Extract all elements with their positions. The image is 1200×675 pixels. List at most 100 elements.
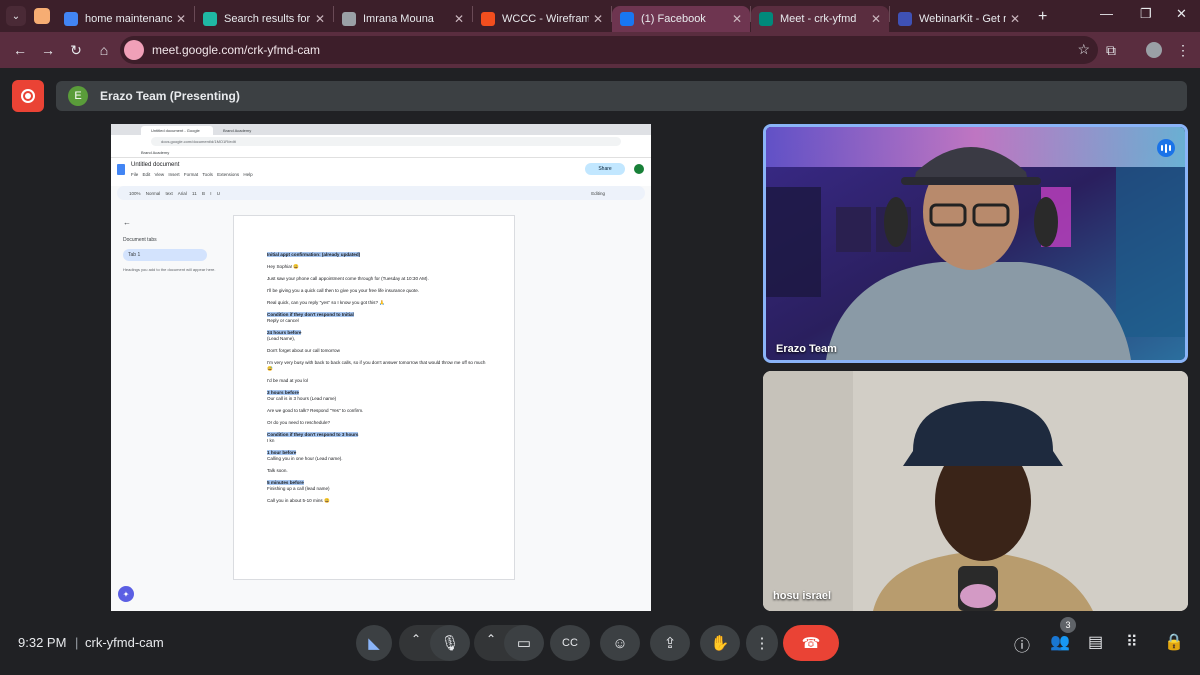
browser-tab[interactable]: WCCC - Wireframe ✕ <box>473 6 611 32</box>
presenter-avatar: E <box>68 86 88 106</box>
doc-paragraph: Don't forget about our call tomorrow <box>267 348 492 354</box>
meeting-time: 9:32 PM <box>18 635 67 650</box>
bookmark-star-icon[interactable]: ☆ <box>1077 41 1090 58</box>
captions-button[interactable]: CC <box>550 625 590 661</box>
tab-search-button[interactable]: ⌄ <box>6 6 26 26</box>
tab-favicon-icon <box>342 12 356 26</box>
camera-icon: ▭ <box>516 635 532 652</box>
meeting-details-info-icon[interactable]: ⓘ <box>1014 632 1030 656</box>
forward-icon[interactable]: → <box>34 42 62 58</box>
present-button[interactable]: ⇪ <box>650 625 690 661</box>
doc-heading: Initial appt confirmation: (already upda… <box>267 252 361 257</box>
tab-close-icon[interactable]: ✕ <box>871 12 881 26</box>
doc-subtext: Calling you in one hour (Lead name). <box>267 456 343 461</box>
activities-icon[interactable]: ⠿ <box>1126 632 1138 652</box>
more-options-button[interactable]: ⋮ <box>746 625 778 661</box>
tab-group-chip[interactable] <box>34 8 50 24</box>
shared-address-row: docs.google.com/document/d/1MO1R/edit <box>111 135 651 148</box>
shared-browser-tabs: Untitled document - Google Brand Academy <box>111 124 651 135</box>
new-tab-button[interactable]: + <box>1038 8 1047 26</box>
hosu-video <box>763 371 1188 611</box>
chat-icon[interactable]: ▤ <box>1088 632 1103 652</box>
recording-button[interactable] <box>12 80 44 112</box>
doc-paragraph: I'd be mad at you lol <box>267 378 492 384</box>
profile-avatar[interactable] <box>1146 42 1162 58</box>
doc-heading: 3 hours before <box>267 390 299 395</box>
tab-title: WCCC - Wireframe <box>502 13 589 25</box>
maximize-icon[interactable]: ❐ <box>1140 6 1152 22</box>
tab-favicon-icon <box>898 12 912 26</box>
video-options-chevron-icon[interactable]: ⌃ <box>486 632 496 646</box>
host-controls-icon[interactable]: 🔒 <box>1164 632 1184 652</box>
people-count-badge: 3 <box>1060 617 1076 633</box>
docs-avatar <box>633 163 645 175</box>
back-icon[interactable]: ← <box>6 42 34 58</box>
more-vert-icon: ⋮ <box>754 635 770 652</box>
tab-list: home maintenance ✕ Search results for A ✕ Im… <box>56 0 1028 32</box>
minimize-icon[interactable]: — <box>1100 6 1113 21</box>
browser-tab[interactable]: home maintenance ✕ <box>56 6 194 32</box>
audio-options-chevron-icon[interactable]: ⌃ <box>411 632 421 646</box>
tab-title: Imrana Mouna <box>363 13 434 25</box>
camera-button[interactable]: ▭ <box>504 625 544 661</box>
site-info-icon[interactable] <box>124 40 144 60</box>
browser-tab[interactable]: WebinarKit - Get m ✕ <box>890 6 1028 32</box>
recording-icon <box>21 89 35 103</box>
speaking-indicator-icon <box>1157 139 1175 157</box>
doc-text: Just saw your phone call appointment com… <box>267 276 429 281</box>
tab-close-icon[interactable]: ✕ <box>315 12 325 26</box>
doc-paragraph: Just saw your phone call appointment com… <box>267 276 492 282</box>
presenter-title: Erazo Team (Presenting) <box>100 89 240 103</box>
doc-paragraph: Are we good to talk? Respond "Yes" to co… <box>267 408 492 414</box>
tab-favicon-icon <box>759 12 773 26</box>
docs-body: ← Document tabs Tab 1 Headings you add t… <box>111 212 651 611</box>
participant-tile-hosu[interactable]: hosu israel <box>763 371 1188 611</box>
leave-call-button[interactable]: ☎ <box>783 625 839 661</box>
back-arrow-icon: ← <box>123 218 131 227</box>
doc-text: Talk soon. <box>267 468 288 473</box>
tab-title: Search results for A <box>224 13 311 25</box>
doc-paragraph: 5 minutes before Finishing up a call (lea… <box>267 480 492 492</box>
browser-tab[interactable]: Imrana Mouna ✕ <box>334 6 472 32</box>
sidebar-hint: Headings you add to the document will ap… <box>123 267 216 272</box>
tab-title: WebinarKit - Get m <box>919 13 1006 25</box>
doc-subtext: Our call is in 3 hours (Lead name) <box>267 396 337 401</box>
browser-tab[interactable]: (1) Facebook ✕ <box>612 6 750 32</box>
doc-paragraph: Condition if they don't respond to Initi… <box>267 312 492 324</box>
noise-filter-button[interactable]: ◣ <box>356 625 392 661</box>
browser-menu-icon[interactable]: ⋮ <box>1176 42 1190 59</box>
browser-tab[interactable]: Search results for A ✕ <box>195 6 333 32</box>
doc-paragraph: Initial appt confirmation: (already upda… <box>267 252 492 258</box>
raise-hand-button[interactable]: ✋ <box>700 625 740 661</box>
doc-heading: 1 hour before <box>267 450 297 455</box>
browser-tab-strip: ⌄ home maintenance ✕ Search results for A ✕… <box>0 0 1200 32</box>
tab-favicon-icon <box>203 12 217 26</box>
close-window-icon[interactable]: ✕ <box>1176 6 1187 22</box>
docs-icon <box>117 164 125 175</box>
people-icon[interactable]: 👥 <box>1050 632 1070 652</box>
hand-icon: ✋ <box>710 635 730 652</box>
gemini-icon: ✦ <box>118 586 134 602</box>
tab-close-icon[interactable]: ✕ <box>176 12 186 26</box>
extensions-icon[interactable]: ⧉ <box>1106 42 1116 59</box>
tab-close-icon[interactable]: ✕ <box>593 12 603 26</box>
home-icon[interactable]: ⌂ <box>90 42 118 58</box>
doc-subtext: Reply or cancel <box>267 318 299 323</box>
tab-close-icon[interactable]: ✕ <box>732 12 742 26</box>
doc-paragraph: Call you in about 5-10 mins 😀 <box>267 498 492 504</box>
noise-filter-icon: ◣ <box>368 635 380 652</box>
tab-title: Meet - crk-yfmd <box>780 13 857 25</box>
tab-close-icon[interactable]: ✕ <box>454 12 464 26</box>
browser-tab[interactable]: Meet - crk-yfmd ✕ <box>751 6 889 32</box>
reload-icon[interactable]: ↻ <box>62 42 90 59</box>
participant-tile-erazo[interactable]: Erazo Team <box>763 124 1188 363</box>
doc-subtext: I kn <box>267 438 275 443</box>
doc-text: Are we good to talk? Respond "Yes" to co… <box>267 408 364 413</box>
tab-title: (1) Facebook <box>641 13 706 25</box>
address-bar[interactable]: meet.google.com/crk-yfmd-cam ☆ <box>120 36 1098 64</box>
participant-name: hosu israel <box>773 590 832 602</box>
tab-close-icon[interactable]: ✕ <box>1010 12 1020 26</box>
reactions-button[interactable]: ☺ <box>600 625 640 661</box>
microphone-button[interactable]: 🎙 <box>430 625 470 661</box>
browser-toolbar: ← → ↻ ⌂ meet.google.com/crk-yfmd-cam ☆ <box>0 32 1200 68</box>
